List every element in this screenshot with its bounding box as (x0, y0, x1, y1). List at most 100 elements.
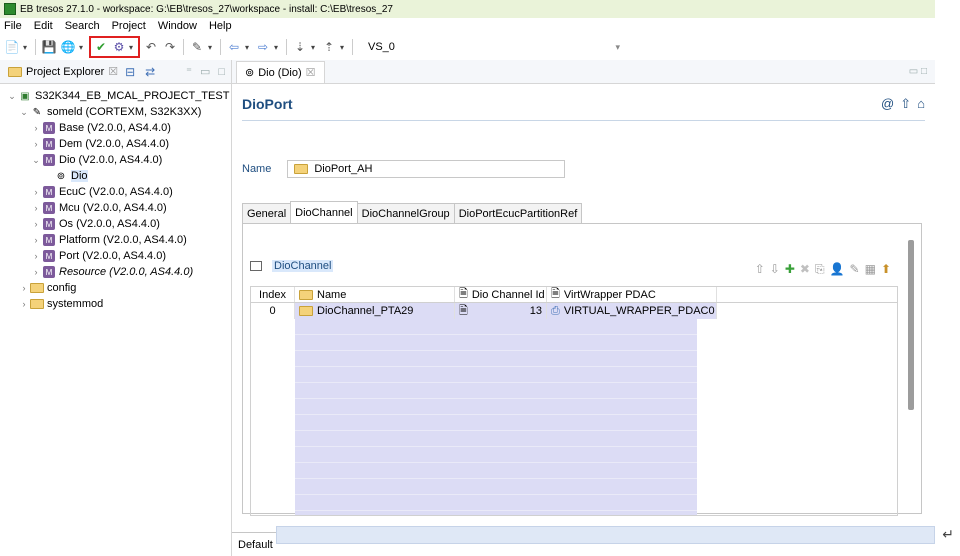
collapsed-chevron-icon[interactable]: › (30, 235, 42, 245)
tree-item-module[interactable]: › M Resource (V2.0.0, AS4.4.0) (0, 264, 231, 280)
table-edit-icon[interactable]: ▦ (865, 262, 876, 277)
tab-dioportecucpartitionref[interactable]: DioPortEcucPartitionRef (453, 203, 583, 223)
tab-diochannel[interactable]: DioChannel (290, 201, 358, 223)
cell-name[interactable]: DioChannel_PTA29 (295, 303, 455, 319)
column-header-virtwrapper[interactable]: 🗎 VirtWrapper PDAC (547, 287, 717, 302)
collapse-all-icon[interactable]: ⊟ (122, 64, 138, 80)
menu-help[interactable]: Help (209, 20, 232, 32)
column-header-index[interactable]: Index (251, 287, 295, 302)
move-up-icon[interactable]: ⇧ (755, 262, 765, 277)
tree-label: config (47, 282, 77, 294)
tree-item-folder[interactable]: › systemmod (0, 296, 231, 312)
tree-item-module[interactable]: › M Os (V2.0.0, AS4.4.0) (0, 216, 231, 232)
menu-edit[interactable]: Edit (34, 20, 53, 32)
maximize-icon[interactable]: □ (218, 66, 231, 78)
generate-dropdown-icon[interactable]: ▾ (129, 43, 136, 52)
collapsed-chevron-icon[interactable]: › (30, 123, 42, 133)
link-editor-icon[interactable]: ⇄ (142, 64, 158, 80)
close-view-icon[interactable]: ☒ (108, 65, 118, 78)
tree-item-module[interactable]: › M Port (V2.0.0, AS4.4.0) (0, 248, 231, 264)
tree-item-config[interactable]: ⌄ ✎ someld (CORTEXM, S32K3XX) (0, 104, 231, 120)
collapsed-chevron-icon[interactable]: › (18, 283, 30, 293)
copy-icon[interactable]: ⎘ (815, 262, 825, 277)
web-dropdown-icon[interactable]: ▾ (79, 43, 86, 52)
cell-virtwrapper-value: VIRTUAL_WRAPPER_PDAC0 (563, 305, 715, 317)
back-icon[interactable]: ⇦ (226, 39, 242, 55)
table-body: 0 DioChannel_PTA29 🗎 13 ⎙ VIRTUAL_WRAPPE… (251, 303, 897, 515)
tree-item-project[interactable]: ⌄ ▣ S32K344_EB_MCAL_PROJECT_TEST (0, 88, 231, 104)
up-arrow-icon[interactable]: ⇧ (900, 96, 911, 112)
module-icon: M (42, 234, 56, 246)
expanded-chevron-icon[interactable]: ⌄ (30, 155, 42, 166)
edit-icon[interactable]: ✎ (850, 262, 860, 277)
delete-icon[interactable]: ✖ (800, 262, 810, 277)
at-icon[interactable]: @ (881, 96, 894, 112)
next-annotation-dropdown-icon[interactable]: ▾ (311, 43, 318, 52)
add-icon[interactable]: ✚ (785, 262, 795, 277)
folder-icon (30, 282, 44, 294)
prev-annotation-icon[interactable]: ⇡ (321, 39, 337, 55)
cell-virtwrapper[interactable]: ⎙ VIRTUAL_WRAPPER_PDAC0 (547, 303, 717, 319)
vertical-scrollbar[interactable] (908, 240, 914, 410)
collapsed-chevron-icon[interactable]: › (30, 251, 42, 261)
pencil-tool-icon[interactable]: ✎ (189, 39, 205, 55)
collapsed-chevron-icon[interactable]: › (30, 203, 42, 213)
menu-file[interactable]: File (4, 20, 22, 32)
menu-search[interactable]: Search (65, 20, 100, 32)
column-header-channel-id[interactable]: 🗎 Dio Channel Id (455, 287, 547, 302)
new-file-icon[interactable]: 📄 (4, 39, 20, 55)
generate-code-icon[interactable]: ⚙ (111, 39, 127, 55)
collapsed-chevron-icon[interactable]: › (30, 139, 42, 149)
home-icon[interactable]: ⌂ (917, 96, 925, 112)
new-dropdown-icon[interactable]: ▾ (23, 43, 30, 52)
people-icon[interactable]: 👤 (830, 262, 845, 277)
editor-min-max-icon[interactable]: ▭ □ (901, 66, 935, 83)
move-down-icon[interactable]: ⇩ (770, 262, 780, 277)
prev-annotation-dropdown-icon[interactable]: ▾ (340, 43, 347, 52)
table-row[interactable]: 0 DioChannel_PTA29 🗎 13 ⎙ VIRTUAL_WRAPPE… (251, 303, 897, 319)
tree-item-module[interactable]: › M Dem (V2.0.0, AS4.4.0) (0, 136, 231, 152)
pencil-dropdown-icon[interactable]: ▾ (208, 43, 215, 52)
collapsed-chevron-icon[interactable]: › (18, 299, 30, 309)
tree-item-module[interactable]: › M Base (V2.0.0, AS4.4.0) (0, 120, 231, 136)
tree-item-module[interactable]: › M Platform (V2.0.0, AS4.4.0) (0, 232, 231, 248)
document-icon: 🗎 (551, 288, 560, 300)
next-annotation-icon[interactable]: ⇣ (292, 39, 308, 55)
tree-item-dio-instance[interactable]: ⊚ Dio (0, 168, 231, 184)
web-icon[interactable]: 🌐 (60, 39, 76, 55)
column-header-name[interactable]: Name (295, 287, 455, 302)
app-icon (4, 3, 16, 15)
tree-item-module[interactable]: › M EcuC (V2.0.0, AS4.4.0) (0, 184, 231, 200)
variant-select[interactable]: VS_0 ▾ (364, 38, 624, 56)
collapsed-chevron-icon[interactable]: › (30, 267, 42, 277)
undo-icon[interactable]: ↶ (143, 39, 159, 55)
forward-dropdown-icon[interactable]: ▾ (274, 43, 281, 52)
redo-icon[interactable]: ↷ (162, 39, 178, 55)
save-icon[interactable]: 💾 (41, 39, 57, 55)
tab-general[interactable]: General (242, 203, 292, 223)
tab-diochannelgroup[interactable]: DioChannelGroup (356, 203, 455, 223)
cell-index[interactable]: 0 (251, 303, 295, 319)
table-header: Index Name 🗎 Dio Channel Id 🗎 VirtWrappe… (251, 287, 897, 303)
view-menu-icon[interactable]: ⁼ (186, 65, 192, 78)
tree-item-module[interactable]: › M Mcu (V2.0.0, AS4.4.0) (0, 200, 231, 216)
editor-tab-dio[interactable]: ⊚ Dio (Dio) ☒ (236, 61, 325, 83)
tree-label: Dio (71, 170, 88, 182)
forward-icon[interactable]: ⇨ (255, 39, 271, 55)
tree-item-module[interactable]: ⌄ M Dio (V2.0.0, AS4.4.0) (0, 152, 231, 168)
tree-item-folder[interactable]: › config (0, 280, 231, 296)
verify-project-icon[interactable]: ✔ (93, 39, 109, 55)
back-dropdown-icon[interactable]: ▾ (245, 43, 252, 52)
name-field[interactable]: DioPort_AH (287, 160, 566, 178)
menu-window[interactable]: Window (158, 20, 197, 32)
expanded-chevron-icon[interactable]: ⌄ (6, 91, 18, 102)
cell-channel-id[interactable]: 🗎 13 (455, 303, 547, 319)
close-tab-icon[interactable]: ☒ (306, 66, 316, 79)
collapsed-chevron-icon[interactable]: › (30, 187, 42, 197)
folder-icon (299, 306, 313, 316)
menu-project[interactable]: Project (112, 20, 146, 32)
minimize-icon[interactable]: ▭ (196, 65, 214, 78)
expanded-chevron-icon[interactable]: ⌄ (18, 107, 30, 118)
import-icon[interactable]: ⬆ (881, 262, 891, 277)
collapsed-chevron-icon[interactable]: › (30, 219, 42, 229)
